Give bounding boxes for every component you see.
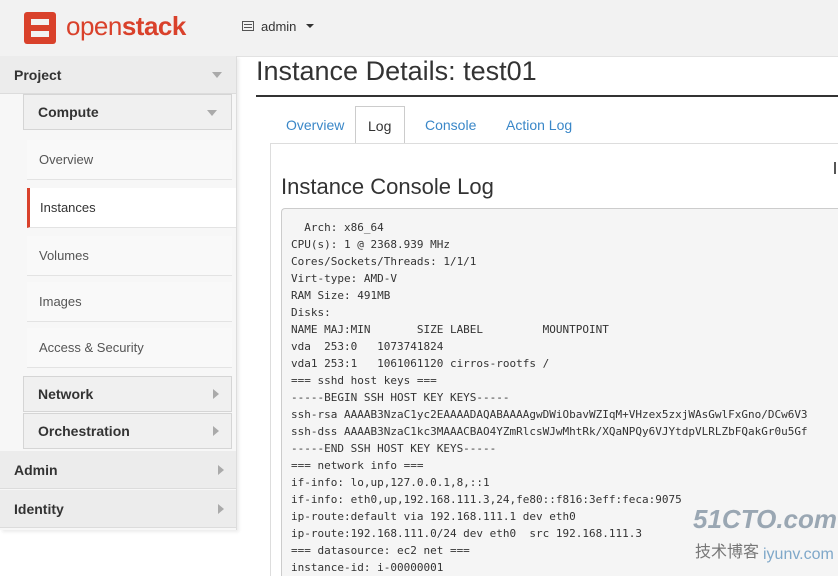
brand-name: openstack [66,11,186,41]
sidebar-item-images[interactable]: Images [27,282,232,322]
log-line: vda1 253:1 1061061120 cirros-rootfs / [291,357,550,370]
log-line: Arch: x86_64 [291,221,384,234]
sidebar-panel-orchestration[interactable]: Orchestration [23,413,232,449]
log-line: Cores/Sockets/Threads: 1/1/1 [291,255,477,268]
log-line: if-info: lo,up,127.0.0.1,8,::1 [291,476,490,489]
log-line: Disks: [291,306,331,319]
top-navbar: openstack admin [0,0,838,57]
log-line: ssh-dss AAAAB3NzaC1kc3MAAACBAO4YZmRlcsWJ… [291,425,808,438]
sidebar-panel-network[interactable]: Network [23,376,232,412]
sidebar-item-label: Volumes [39,248,89,263]
chevron-right-icon [218,504,224,514]
tab-log[interactable]: Log [355,106,405,144]
sidebar-section-project[interactable]: Project [0,56,236,94]
sidebar-panel-label: Network [38,386,94,402]
sidebar-item-label: Images [39,294,82,309]
log-line: === network info === [291,459,424,472]
sidebar-panel-compute[interactable]: Compute [23,94,232,130]
page-title: Instance Details: test01 [256,56,537,86]
sidebar-section-label: Admin [14,462,58,478]
watermark-line: iyunv.com [763,546,834,563]
project-selector-label: admin [261,18,297,34]
chevron-right-icon [213,426,219,436]
log-line: CPU(s): 1 @ 2368.939 MHz [291,238,450,251]
chevron-down-icon [306,24,315,28]
view-full-log-link-edge[interactable] [834,162,836,174]
tab-overview[interactable]: Overview [286,106,344,144]
sidebar-item-label: Instances [40,200,96,215]
sidebar-section-label: Project [14,67,62,83]
console-log-heading: Instance Console Log [281,174,494,199]
openstack-logo-icon [24,12,56,44]
tab-console[interactable]: Console [425,106,476,144]
sidebar-item-label: Access & Security [39,340,144,355]
log-line: ip-route:192.168.111.0/24 dev eth0 src 1… [291,527,642,540]
sidebar-section-identity[interactable]: Identity [0,490,236,528]
project-list-icon [242,21,254,31]
log-line: vda 253:0 1073741824 [291,340,444,353]
chevron-right-icon [218,465,224,475]
sidebar-panel-label: Compute [38,104,99,120]
chevron-down-icon [212,72,222,78]
tab-action-log[interactable]: Action Log [506,106,572,144]
sidebar-panel-label: Orchestration [38,423,130,439]
log-line: NAME MAJ:MIN SIZE LABEL MOUNTPOINT [291,323,609,336]
log-line: ssh-rsa AAAAB3NzaC1yc2EAAAADAQABAAAAgwDW… [291,408,808,421]
log-line: RAM Size: 491MB [291,289,391,302]
log-line: Virt-type: AMD-V [291,272,397,285]
log-line: ip-route:default via 192.168.111.1 dev e… [291,510,576,523]
log-line: -----END SSH HOST KEY KEYS----- [291,442,497,455]
sidebar-section-label: Identity [14,501,64,517]
sidebar-item-volumes[interactable]: Volumes [27,236,232,276]
chevron-down-icon [207,110,217,116]
log-line: === sshd host keys === [291,374,437,387]
title-divider [256,95,838,97]
sidebar-item-instances[interactable]: Instances [27,188,236,228]
chevron-right-icon [213,389,219,399]
openstack-logo[interactable]: openstack [24,10,186,46]
log-line: instance-id: i-00000001 [291,561,444,574]
watermark-line: 51CTO.com [693,504,838,534]
log-line: -----BEGIN SSH HOST KEY KEYS----- [291,391,510,404]
sidebar-nav: Project Compute Overview Instances Volum… [0,56,237,530]
sidebar-item-label: Overview [39,152,94,167]
log-line: if-info: eth0,up,192.168.111.3,24,fe80::… [291,493,682,506]
sidebar-item-overview[interactable]: Overview [27,140,232,180]
sidebar-section-admin[interactable]: Admin [0,451,236,489]
watermark-line: 技术博客 [695,544,760,561]
log-line: === datasource: ec2 net === [291,544,470,557]
sidebar-item-access-security[interactable]: Access & Security [27,328,232,368]
project-selector-dropdown[interactable]: admin [242,16,315,36]
watermark: 51CTO.com 技术博客 iyunv.com [693,504,838,576]
